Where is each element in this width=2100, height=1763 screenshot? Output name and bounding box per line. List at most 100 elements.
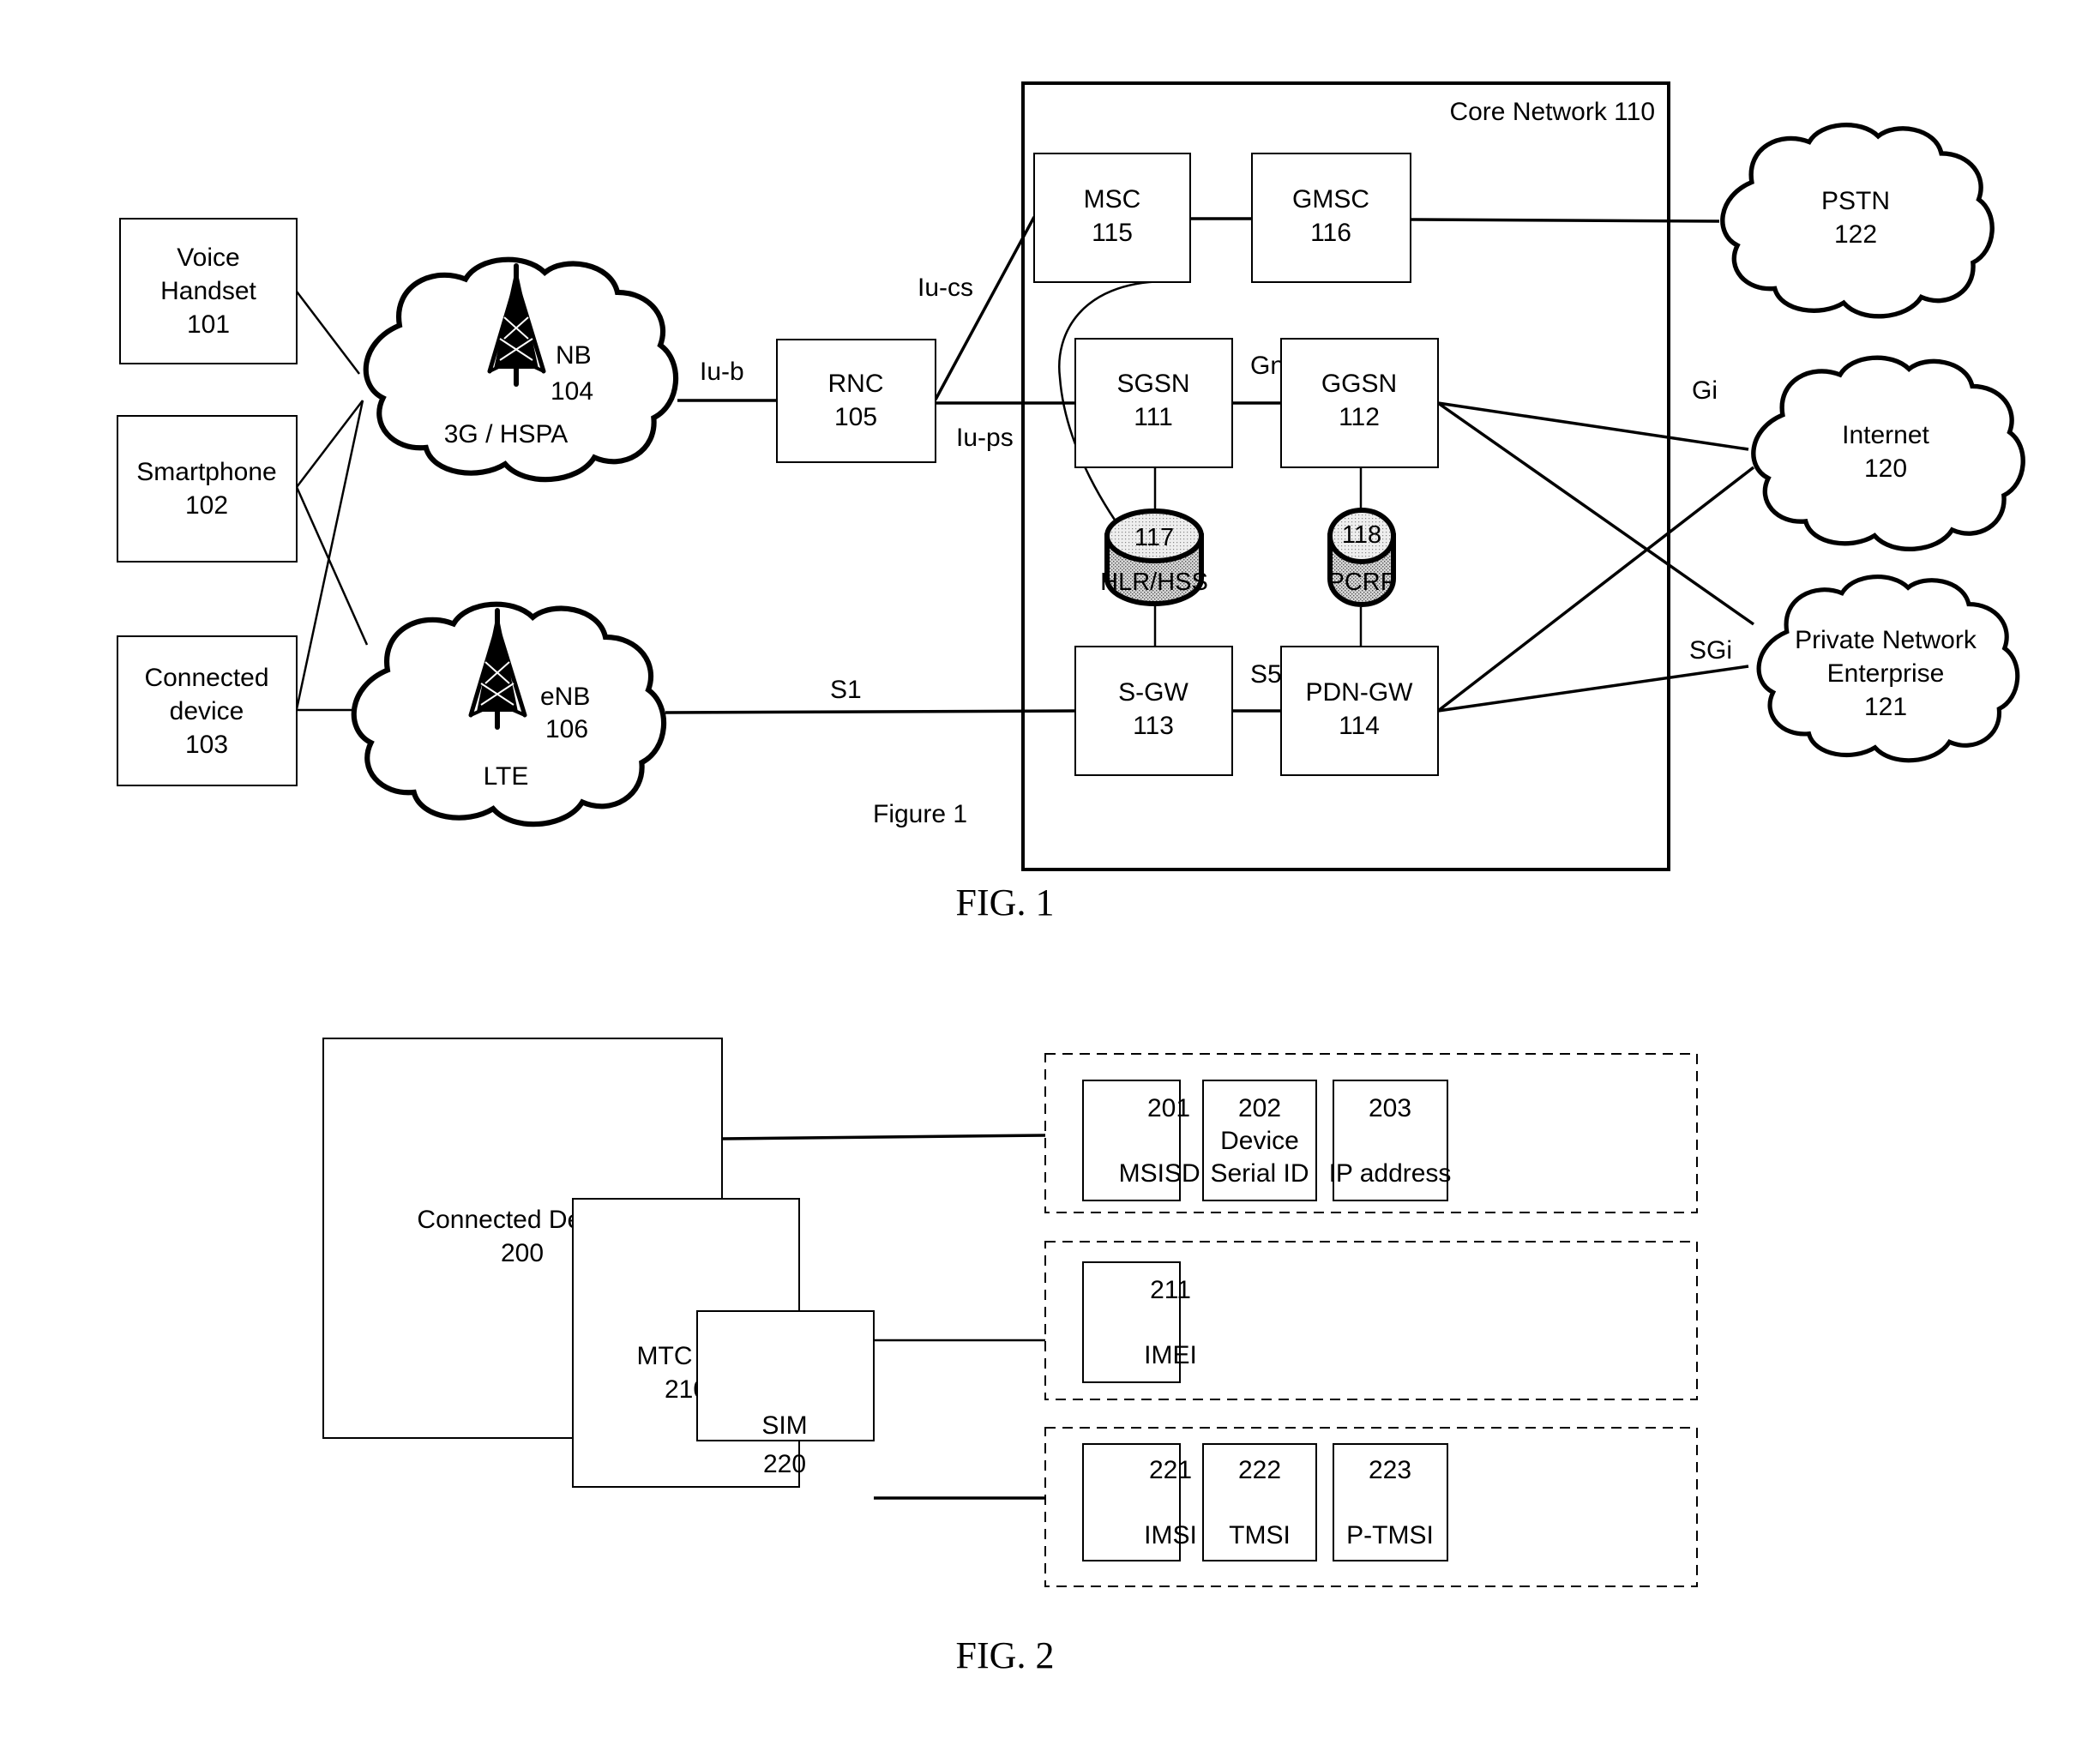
svg-text:220: 220 (763, 1450, 806, 1478)
interface-label-sgi: SGi (1689, 636, 1732, 665)
patent-figure-canvas: Core Network 110 Voice Handset 101 Smart… (117, 81, 2100, 1676)
svg-text:S-GW: S-GW (1118, 678, 1188, 707)
svg-text:200: 200 (501, 1239, 544, 1267)
svg-text:103: 103 (185, 731, 228, 759)
rnc-105: RNC 105 (776, 339, 936, 463)
identifier-211: 211 IMEI (1082, 1261, 1197, 1383)
identifier-203: 203 IP address (1329, 1080, 1452, 1201)
svg-text:device: device (170, 697, 244, 725)
svg-text:TMSI: TMSI (1229, 1521, 1291, 1549)
svg-text:Internet: Internet (1842, 421, 1929, 449)
ggsn-112: GGSN 112 (1280, 338, 1439, 468)
svg-text:116: 116 (1310, 219, 1351, 247)
link-101-3g (296, 291, 360, 375)
svg-text:201: 201 (1147, 1094, 1190, 1122)
link-pdngw-private (1437, 665, 1749, 713)
figure-2: Connected Device 200 MTC UE 210 SIM 220 … (322, 1038, 1698, 1676)
svg-text:PDN-GW: PDN-GW (1306, 678, 1414, 707)
link-102-lte (295, 486, 369, 646)
interface-label-gn: Gn (1250, 352, 1285, 380)
interface-label-s1: S1 (830, 676, 862, 704)
svg-text:112: 112 (1339, 403, 1380, 431)
identifier-group-sim: 221 IMSI 222 TMSI 223 P-TMSI (1044, 1427, 1698, 1587)
svg-text:115: 115 (1092, 219, 1133, 247)
svg-text:Private Network: Private Network (1795, 626, 1977, 654)
identifier-group-device: 201 MSISDN 202 Device Serial ID 203 IP a… (1044, 1053, 1698, 1213)
svg-text:SGSN: SGSN (1116, 370, 1189, 398)
interface-label-gi: Gi (1692, 376, 1718, 405)
identifier-222: 222 TMSI (1202, 1443, 1317, 1561)
svg-text:PSTN: PSTN (1821, 187, 1890, 215)
svg-text:211: 211 (1150, 1276, 1191, 1304)
svg-text:111: 111 (1134, 403, 1173, 431)
svg-text:Voice: Voice (177, 244, 239, 272)
svg-text:MSC: MSC (1084, 185, 1141, 214)
identifier-202: 202 Device Serial ID (1202, 1080, 1317, 1201)
svg-text:105: 105 (834, 403, 877, 431)
svg-text:203: 203 (1369, 1094, 1411, 1122)
svg-text:106: 106 (545, 715, 588, 743)
svg-text:118: 118 (1342, 521, 1381, 549)
cloud-3g-hspa: NB 104 3G / HSPA (366, 260, 676, 479)
svg-text:Handset: Handset (160, 277, 256, 305)
pcrf-118: 118 PCRF (1327, 508, 1396, 607)
svg-text:NB: NB (556, 341, 592, 370)
voice-handset-101: Voice Handset 101 (119, 218, 298, 364)
sgw-113: S-GW 113 (1074, 646, 1233, 776)
svg-text:Serial ID: Serial ID (1210, 1159, 1309, 1188)
link-pdngw-internet (1436, 466, 1755, 713)
link-device-group1 (721, 1134, 1046, 1140)
smartphone-102: Smartphone 102 (117, 415, 298, 563)
link-ggsn-private (1436, 401, 1755, 626)
svg-text:P-TMSI: P-TMSI (1346, 1521, 1434, 1549)
identifier-group-ue: 211 IMEI (1044, 1241, 1698, 1400)
figure-1-caption: FIG. 1 (956, 882, 1055, 924)
interface-label-iub: Iu-b (700, 358, 744, 386)
svg-text:104: 104 (551, 377, 593, 406)
connected-device-103: Connected device 103 (117, 635, 298, 786)
svg-text:IMEI: IMEI (1144, 1341, 1197, 1369)
figure-1: Core Network 110 Voice Handset 101 Smart… (117, 81, 2023, 924)
core-network-label: Core Network 110 (1449, 98, 1655, 126)
identifier-201: 201 MSISDN (1082, 1080, 1218, 1201)
svg-text:HLR/HSS: HLR/HSS (1100, 569, 1208, 596)
hlr-hss-117: 117 HLR/HSS (1100, 508, 1208, 606)
identifier-223: 223 P-TMSI (1333, 1443, 1448, 1561)
link-ggsn-internet (1437, 401, 1749, 451)
svg-text:121: 121 (1864, 693, 1907, 721)
svg-text:122: 122 (1834, 220, 1877, 249)
inner-figure-caption: Figure 1 (873, 800, 967, 828)
svg-text:222: 222 (1238, 1456, 1281, 1484)
svg-text:114: 114 (1339, 712, 1380, 740)
svg-text:RNC: RNC (828, 370, 884, 398)
svg-text:223: 223 (1369, 1456, 1411, 1484)
figure-2-caption: FIG. 2 (956, 1634, 1055, 1676)
cloud-internet: Internet 120 (1754, 358, 2023, 549)
cloud-lte: eNB 106 LTE (354, 605, 664, 824)
svg-text:GGSN: GGSN (1321, 370, 1397, 398)
svg-text:Device: Device (1220, 1127, 1299, 1155)
svg-text:117: 117 (1134, 524, 1174, 551)
cloud-private-network: Private Network Enterprise 121 (1759, 577, 2018, 761)
svg-text:SIM: SIM (761, 1411, 807, 1440)
msc-115: MSC 115 (1033, 153, 1191, 283)
svg-text:Enterprise: Enterprise (1827, 659, 1945, 688)
svg-text:102: 102 (185, 491, 228, 520)
svg-text:IMSI: IMSI (1144, 1521, 1197, 1549)
link-gmsc-pstn (1410, 218, 1720, 223)
svg-text:Connected: Connected (144, 664, 268, 692)
interface-label-iups: Iu-ps (956, 424, 1014, 452)
link-s1 (665, 709, 1076, 714)
interface-label-iucs: Iu-cs (918, 274, 973, 302)
identifier-221: 221 IMSI (1082, 1443, 1197, 1561)
interface-label-s5: S5 (1250, 660, 1282, 689)
svg-text:eNB: eNB (540, 683, 590, 711)
svg-text:PCRF: PCRF (1328, 569, 1396, 596)
svg-text:3G / HSPA: 3G / HSPA (444, 420, 569, 448)
gmsc-116: GMSC 116 (1251, 153, 1411, 283)
link-iucs (934, 216, 1036, 400)
svg-text:Smartphone: Smartphone (136, 458, 276, 486)
svg-text:113: 113 (1133, 712, 1174, 740)
svg-text:120: 120 (1864, 454, 1907, 483)
svg-text:IP address: IP address (1329, 1159, 1452, 1188)
